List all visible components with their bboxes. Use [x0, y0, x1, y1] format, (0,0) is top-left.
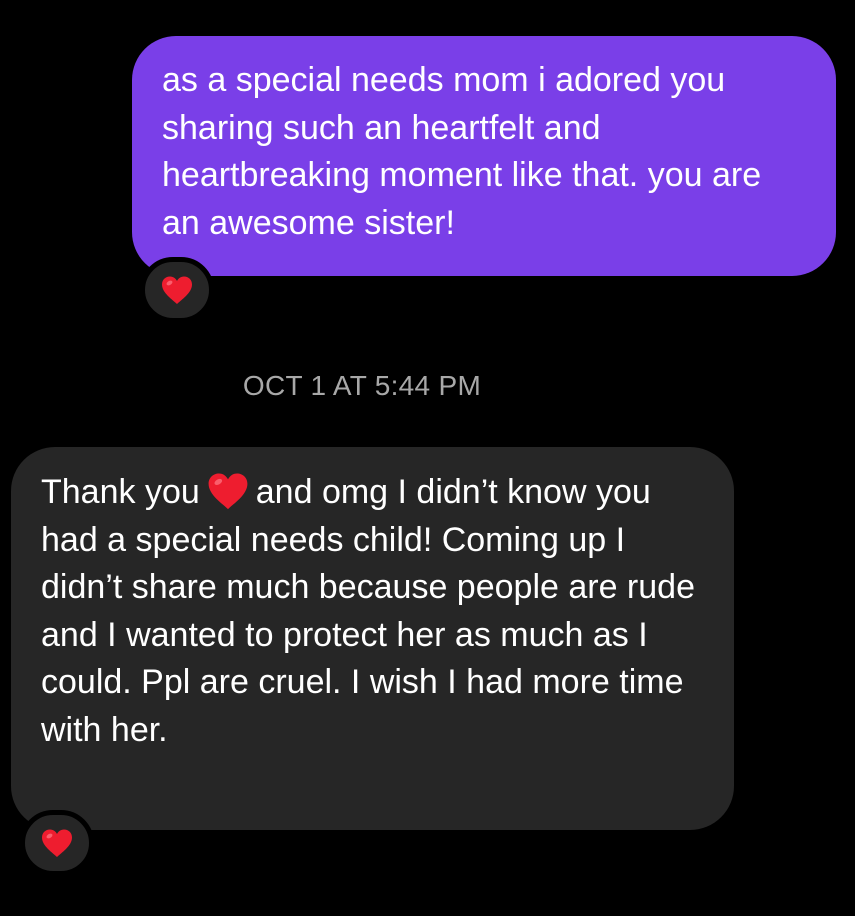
heart-icon — [42, 829, 72, 857]
message-timestamp: OCT 1 AT 5:44 PM — [242, 370, 482, 401]
received-message-text-start: Thank you — [41, 473, 200, 511]
sent-message-reaction[interactable] — [140, 257, 214, 323]
received-message-text-rest: and omg I didn’t know you had a special … — [41, 473, 695, 749]
heart-icon — [162, 276, 192, 304]
received-message-bubble[interactable]: Thank you and omg I didn’t know you had … — [11, 447, 734, 830]
sent-message-text: as a special needs mom i adored you shar… — [162, 61, 762, 242]
sent-message-bubble[interactable]: as a special needs mom i adored you shar… — [132, 36, 836, 276]
received-message-reaction[interactable] — [20, 810, 94, 876]
heart-icon — [208, 473, 248, 510]
